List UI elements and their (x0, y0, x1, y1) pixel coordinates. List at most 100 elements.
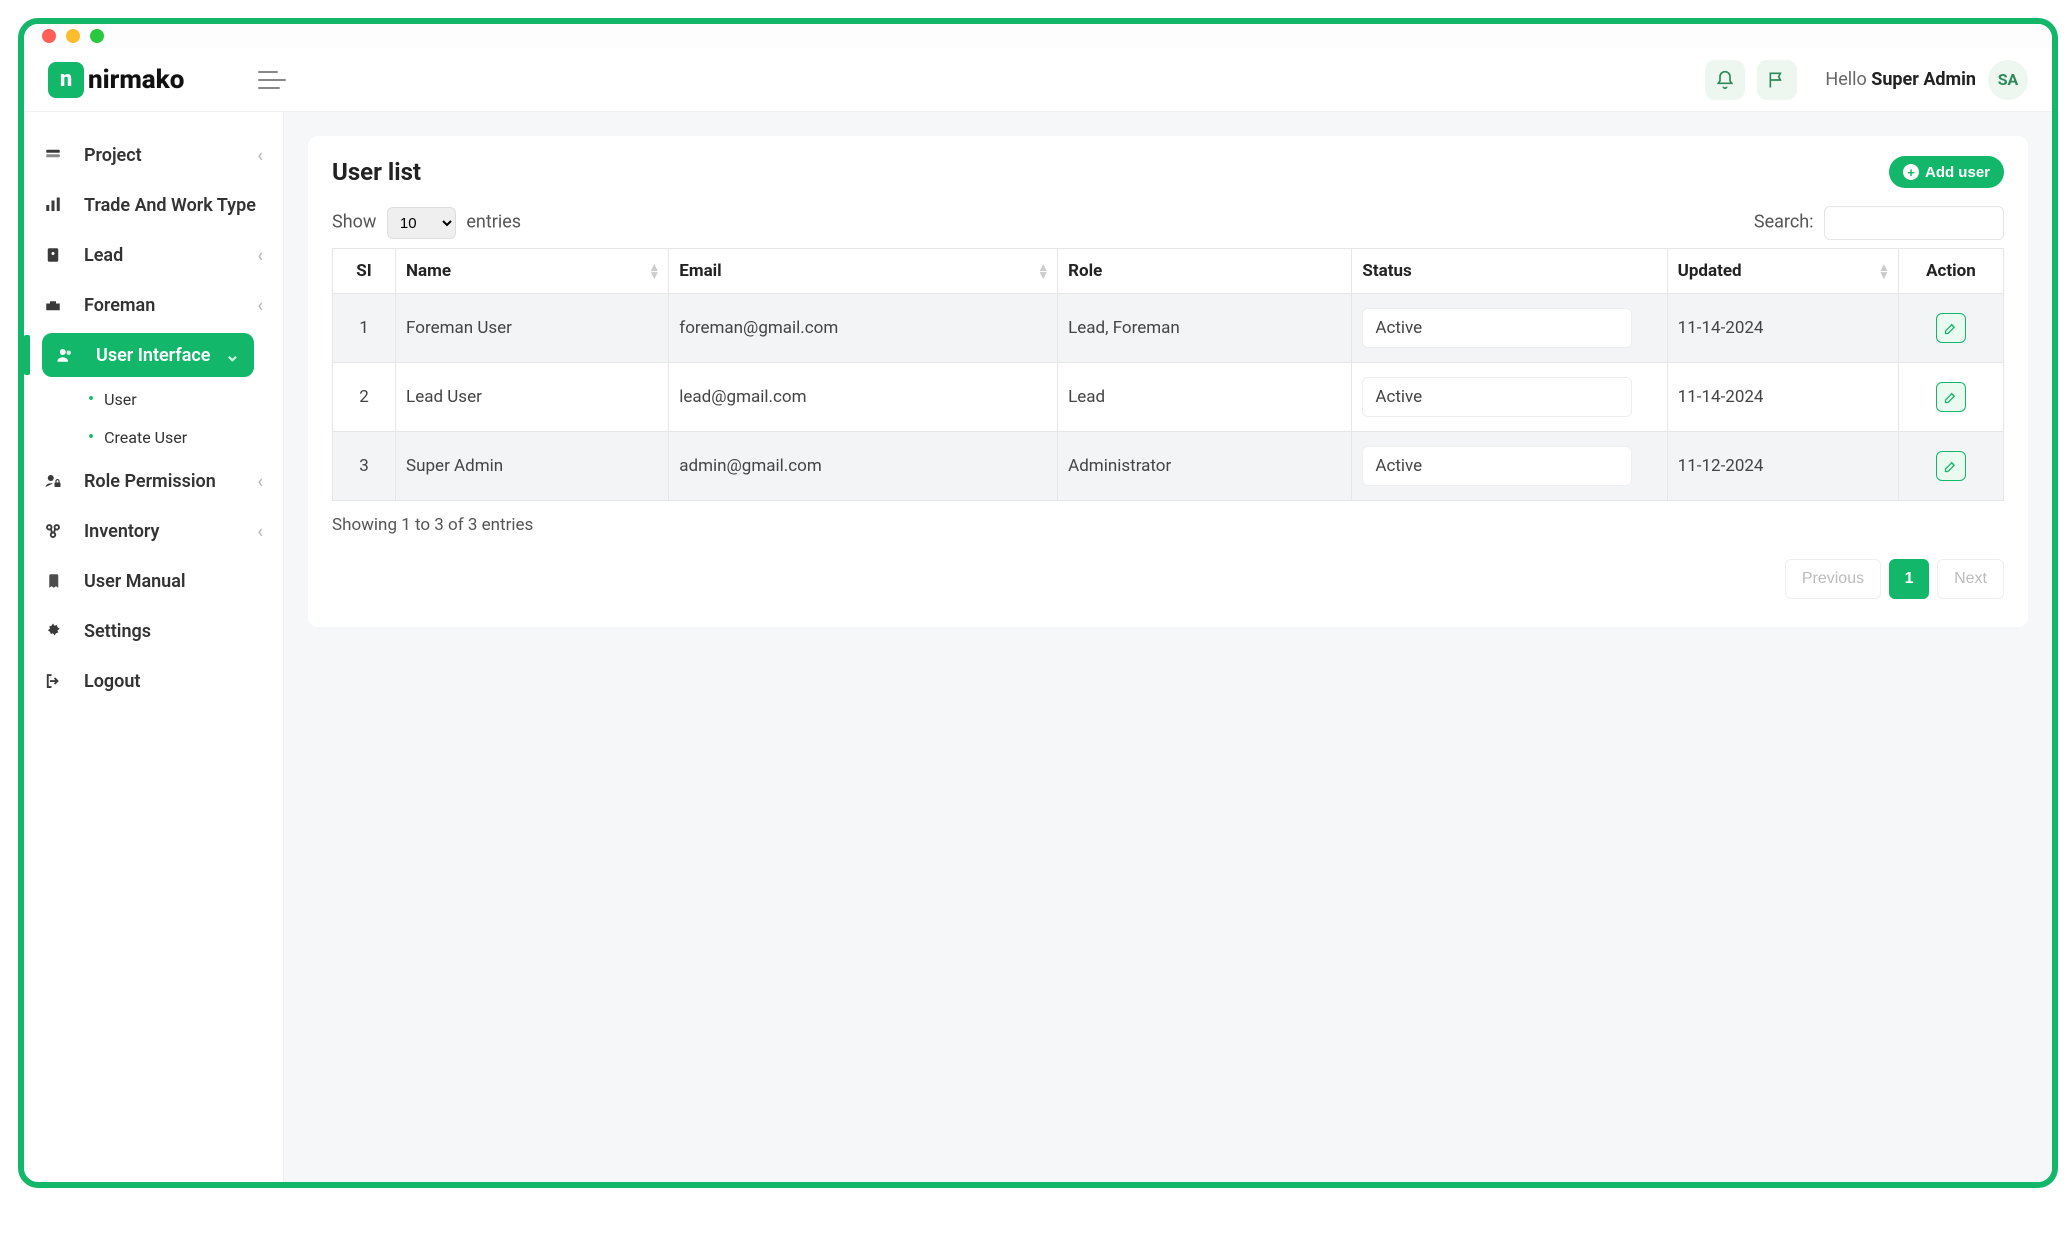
page-title: User list (332, 158, 421, 186)
col-role[interactable]: Role (1058, 249, 1352, 294)
status-select[interactable]: Active (1362, 446, 1632, 486)
cell-name: Super Admin (396, 432, 669, 501)
link-icon (44, 522, 70, 540)
sidebar-item-inventory[interactable]: Inventory ‹ (24, 506, 283, 556)
cell-email: admin@gmail.com (669, 432, 1058, 501)
users-icon (56, 346, 82, 364)
bell-icon (1715, 70, 1735, 90)
cell-action (1898, 432, 2003, 501)
sidebar-item-label: Role Permission (84, 471, 216, 492)
sidebar-item-trade[interactable]: Trade And Work Type (24, 180, 283, 230)
cell-action (1898, 294, 2003, 363)
sidebar-item-label: Trade And Work Type (84, 195, 256, 216)
search-label: Search: (1754, 212, 1814, 233)
logo-mark-icon: n (48, 62, 84, 98)
col-updated[interactable]: Updated▲▼ (1667, 249, 1898, 294)
cell-updated: 11-14-2024 (1667, 294, 1898, 363)
avatar[interactable]: SA (1988, 60, 2028, 100)
sidebar-item-settings[interactable]: Settings (24, 606, 283, 656)
chevron-left-icon: ‹ (257, 145, 263, 166)
status-select[interactable]: Active (1362, 308, 1632, 348)
window-maximize-icon[interactable] (90, 29, 104, 43)
logo[interactable]: n nirmako (48, 62, 258, 98)
edit-icon (1943, 321, 1958, 336)
sidebar-item-logout[interactable]: Logout (24, 656, 283, 706)
col-email[interactable]: Email▲▼ (669, 249, 1058, 294)
layers-icon (44, 146, 70, 164)
sidebar-item-user-manual[interactable]: User Manual (24, 556, 283, 606)
sidebar-item-project[interactable]: Project ‹ (24, 130, 283, 180)
col-action[interactable]: Action (1898, 249, 2003, 294)
menu-toggle-icon[interactable] (258, 71, 286, 89)
cell-si: 1 (333, 294, 396, 363)
badge-icon (44, 246, 70, 264)
window-close-icon[interactable] (42, 29, 56, 43)
sidebar: Project ‹ Trade And Work Type Lead ‹ (24, 112, 284, 1182)
entries-select[interactable]: 10 (387, 207, 456, 239)
sidebar-sub-label: Create User (104, 428, 187, 447)
status-select[interactable]: Active (1362, 377, 1632, 417)
sort-icon: ▲▼ (648, 263, 660, 279)
sidebar-item-label: User Interface (96, 345, 210, 366)
topbar: n nirmako Hello Super Admin SA (24, 48, 2052, 112)
window-titlebar (24, 24, 2052, 48)
sidebar-sub-create-user[interactable]: Create User (24, 418, 283, 456)
sidebar-item-user-interface[interactable]: User Interface ⌄ (24, 330, 283, 380)
sidebar-item-foreman[interactable]: Foreman ‹ (24, 280, 283, 330)
chevron-down-icon: ⌄ (225, 345, 240, 366)
user-list-card: User list + Add user Show 10 entries (308, 136, 2028, 627)
toolbox-icon (44, 296, 70, 314)
chevron-left-icon: ‹ (257, 245, 263, 266)
col-name[interactable]: Name▲▼ (396, 249, 669, 294)
sidebar-item-label: Project (84, 145, 142, 166)
pagination-page-1[interactable]: 1 (1889, 559, 1929, 599)
cell-status: Active (1352, 363, 1667, 432)
edit-button[interactable] (1936, 451, 1966, 481)
sidebar-item-label: Lead (84, 245, 123, 266)
cell-status: Active (1352, 432, 1667, 501)
flag-button[interactable] (1757, 60, 1797, 100)
pagination-previous[interactable]: Previous (1785, 559, 1881, 599)
table-row: 2Lead Userlead@gmail.comLeadActive11-14-… (333, 363, 2004, 432)
person-lock-icon (44, 472, 70, 490)
cell-role: Lead (1058, 363, 1352, 432)
entries-selector: Show 10 entries (332, 207, 521, 239)
cell-updated: 11-12-2024 (1667, 432, 1898, 501)
cell-role: Lead, Foreman (1058, 294, 1352, 363)
cell-updated: 11-14-2024 (1667, 363, 1898, 432)
plus-icon: + (1903, 164, 1919, 180)
table-row: 1Foreman Userforeman@gmail.comLead, Fore… (333, 294, 2004, 363)
cell-email: lead@gmail.com (669, 363, 1058, 432)
edit-icon (1943, 390, 1958, 405)
search-input[interactable] (1824, 206, 2004, 240)
sidebar-item-label: Settings (84, 621, 151, 642)
col-status[interactable]: Status (1352, 249, 1667, 294)
user-greeting: Hello Super Admin (1825, 69, 1976, 90)
col-si[interactable]: SI (333, 249, 396, 294)
sidebar-item-label: Foreman (84, 295, 155, 316)
sidebar-sub-user[interactable]: User (24, 380, 283, 418)
table-row: 3Super Adminadmin@gmail.comAdministrator… (333, 432, 2004, 501)
cell-role: Administrator (1058, 432, 1352, 501)
sidebar-item-lead[interactable]: Lead ‹ (24, 230, 283, 280)
sidebar-item-label: Logout (84, 671, 140, 692)
chevron-left-icon: ‹ (257, 471, 263, 492)
chevron-left-icon: ‹ (257, 521, 263, 542)
flag-icon (1767, 70, 1787, 90)
logout-icon (44, 672, 70, 690)
sort-icon: ▲▼ (1037, 263, 1049, 279)
pagination-next[interactable]: Next (1937, 559, 2004, 599)
edit-button[interactable] (1936, 313, 1966, 343)
notifications-button[interactable] (1705, 60, 1745, 100)
window-minimize-icon[interactable] (66, 29, 80, 43)
cell-si: 3 (333, 432, 396, 501)
edit-button[interactable] (1936, 382, 1966, 412)
chart-icon (44, 196, 70, 214)
sidebar-item-label: Inventory (84, 521, 159, 542)
cell-status: Active (1352, 294, 1667, 363)
sidebar-item-label: User Manual (84, 571, 186, 592)
add-user-button[interactable]: + Add user (1889, 156, 2004, 188)
sidebar-item-role-permission[interactable]: Role Permission ‹ (24, 456, 283, 506)
logo-text: nirmako (88, 65, 184, 95)
cell-name: Lead User (396, 363, 669, 432)
